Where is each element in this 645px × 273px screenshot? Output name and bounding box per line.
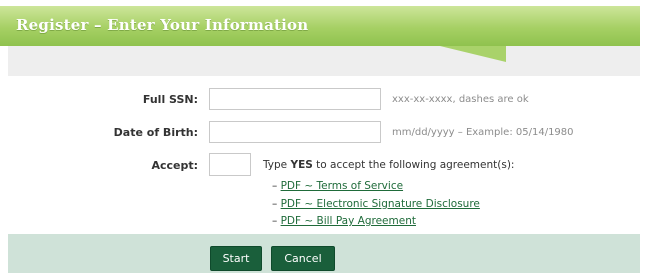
header-tab-notch — [440, 46, 506, 62]
accept-text-prefix: Type — [263, 159, 291, 171]
ssn-hint: xxx-xx-xxxx, dashes are ok — [392, 94, 529, 105]
register-panel: Register – Enter Your Information Full S… — [0, 0, 640, 273]
list-dash: – — [272, 180, 281, 192]
dob-label: Date of Birth: — [113, 126, 198, 139]
dob-input[interactable] — [209, 121, 381, 143]
accept-label: Accept: — [151, 159, 198, 172]
terms-of-service-link[interactable]: PDF ~ Terms of Service — [281, 180, 403, 192]
header-shadow-band — [8, 46, 640, 76]
list-dash: – — [272, 198, 281, 210]
cancel-button[interactable]: Cancel — [271, 246, 335, 271]
ssn-label: Full SSN: — [142, 93, 198, 106]
agreement-item: – PDF ~ Electronic Signature Disclosure — [272, 198, 480, 210]
accept-text-suffix: to accept the following agreement(s): — [312, 159, 515, 171]
accept-yes-keyword: YES — [290, 159, 313, 171]
accept-input[interactable] — [209, 153, 251, 176]
accept-instructions: Type YES to accept the following agreeme… — [263, 159, 514, 171]
agreement-item: – PDF ~ Terms of Service — [272, 180, 403, 192]
dob-hint: mm/dd/yyyy – Example: 05/14/1980 — [392, 127, 574, 138]
page-title: Register – Enter Your Information — [16, 16, 309, 34]
agreement-item: – PDF ~ Bill Pay Agreement — [272, 215, 416, 227]
ssn-input[interactable] — [209, 88, 381, 110]
bill-pay-agreement-link[interactable]: PDF ~ Bill Pay Agreement — [281, 215, 416, 227]
header-bar: Register – Enter Your Information — [0, 6, 640, 46]
list-dash: – — [272, 215, 281, 227]
start-button[interactable]: Start — [210, 246, 262, 271]
esign-disclosure-link[interactable]: PDF ~ Electronic Signature Disclosure — [281, 198, 480, 210]
